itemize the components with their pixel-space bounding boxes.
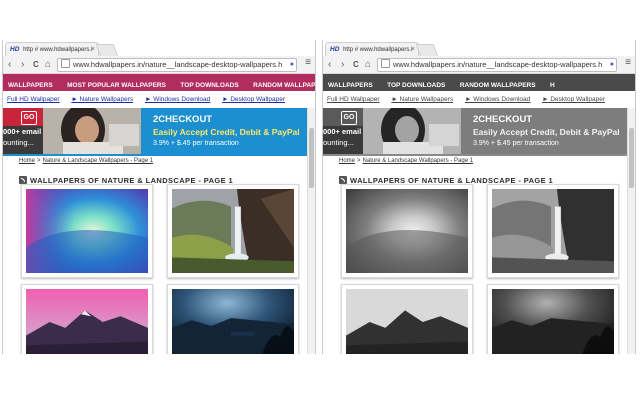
scrollbar-thumb[interactable] bbox=[309, 128, 314, 188]
tab-strip: HD http # www.hdwallpapers.i × bbox=[3, 40, 315, 57]
browser-toolbar: ‹ › C ⌂ www.hdwallpapers.in/nature__land… bbox=[3, 56, 315, 74]
wallpaper-thumbnail[interactable] bbox=[167, 184, 299, 278]
breadcrumb: Home > Nature & Landscape Wallpapers - Pag… bbox=[19, 158, 153, 164]
reload-icon[interactable]: C bbox=[33, 58, 39, 71]
tab-title: http # www.hdwallpapers.i bbox=[23, 47, 93, 53]
page-icon bbox=[381, 59, 390, 68]
ad-divider bbox=[323, 154, 635, 156]
wallpaper-thumbnail[interactable] bbox=[21, 184, 153, 278]
wallpaper-thumbnail[interactable] bbox=[341, 184, 473, 278]
extension-icon[interactable]: ● bbox=[607, 59, 614, 71]
wallpaper-thumbnail[interactable] bbox=[341, 284, 473, 354]
nav-item-wallpapers[interactable]: WALLPAPERS bbox=[323, 77, 378, 91]
breadcrumb-link[interactable]: Nature & Landscape Wallpapers - Page 1 bbox=[43, 158, 154, 164]
url-text: www.hdwallpapers.in/nature__landscape-de… bbox=[73, 60, 283, 69]
wallpaper-thumbnail[interactable] bbox=[21, 284, 153, 354]
nav-item-wallpapers[interactable]: WALLPAPERS bbox=[3, 77, 58, 91]
home-icon[interactable]: ⌂ bbox=[45, 58, 51, 71]
nav-item-random[interactable]: RANDOM WALLPAPERS bbox=[455, 77, 541, 91]
nav-item-random[interactable]: RANDOM WALLPAPERS bbox=[248, 77, 315, 91]
favicon-icon: HD bbox=[330, 46, 340, 53]
tab-strip: HD http # www.hdwallpapers.i × bbox=[323, 40, 635, 57]
wallpaper-thumbnail[interactable] bbox=[167, 284, 299, 354]
ad-price: 3.9% + $.45 per transaction bbox=[473, 140, 559, 147]
nav-item-top-downloads[interactable]: TOP DOWNLOADS bbox=[382, 77, 450, 91]
favicon-icon: HD bbox=[10, 46, 20, 53]
link-desktop[interactable]: ► Desktop Wallpaper bbox=[222, 94, 285, 106]
page-heading: WALLPAPERS OF NATURE & LANDSCAPE - PAGE … bbox=[19, 170, 233, 185]
link-desktop[interactable]: ► Desktop Wallpaper bbox=[542, 94, 605, 106]
ad-copy-panel: 2CHECKOUT Easily Accept Credit, Debit & … bbox=[141, 108, 315, 154]
ad-count-text: ounting... bbox=[3, 138, 34, 147]
ad-count-text: ounting... bbox=[323, 138, 354, 147]
menu-icon[interactable]: ≡ bbox=[305, 57, 311, 68]
ad-photo bbox=[43, 108, 141, 154]
forward-icon[interactable]: › bbox=[341, 58, 344, 71]
nav-item-h[interactable]: H bbox=[545, 77, 560, 91]
ad-brand: 2CHECKOUT bbox=[473, 114, 533, 125]
breadcrumb-home[interactable]: Home bbox=[19, 158, 35, 164]
link-windows[interactable]: ► Windows Download bbox=[465, 94, 530, 106]
page-icon bbox=[61, 59, 70, 68]
breadcrumb-separator: > bbox=[357, 158, 361, 164]
browser-toolbar: ‹ › C ⌂ www.hdwallpapers.in/nature__land… bbox=[323, 56, 635, 74]
nav-item-top-downloads[interactable]: TOP DOWNLOADS bbox=[175, 77, 243, 91]
link-windows[interactable]: ► Windows Download bbox=[145, 94, 210, 106]
link-full-hd[interactable]: Full HD Wallpaper bbox=[327, 94, 380, 106]
ad-headline: Easily Accept Credit, Debit & PayPal bbox=[473, 127, 620, 137]
breadcrumb-home[interactable]: Home bbox=[339, 158, 355, 164]
browser-window-color: HD http # www.hdwallpapers.i × ‹ › C ⌂ w… bbox=[2, 40, 316, 354]
nav-item-most-popular[interactable]: MOST POPULAR WALLPAPERS bbox=[62, 77, 171, 91]
ad-banner[interactable]: GO 000+ email ounting... 2CHECKOUT Easil… bbox=[3, 108, 315, 154]
back-icon[interactable]: ‹ bbox=[8, 58, 11, 71]
web-page: WALLPAPERS TOP DOWNLOADS RANDOM WALLPAPE… bbox=[323, 74, 635, 354]
address-bar[interactable]: www.hdwallpapers.in/nature__landscape-de… bbox=[377, 58, 617, 72]
ad-go-button[interactable]: GO bbox=[341, 111, 357, 125]
breadcrumb-separator: > bbox=[37, 158, 41, 164]
url-text: www.hdwallpapers.in/nature__landscape-de… bbox=[393, 60, 603, 69]
home-icon[interactable]: ⌂ bbox=[365, 58, 371, 71]
link-nature[interactable]: ► Nature Wallpapers bbox=[391, 94, 453, 106]
close-tab-icon[interactable]: × bbox=[411, 43, 415, 57]
address-bar[interactable]: www.hdwallpapers.in/nature__landscape-de… bbox=[57, 58, 297, 72]
ad-price: 3.9% + $.45 per transaction bbox=[153, 140, 239, 147]
rss-icon[interactable] bbox=[339, 176, 347, 184]
wallpaper-thumbnail[interactable] bbox=[487, 184, 619, 278]
sub-links: Full HD Wallpaper ► Nature Wallpapers ► … bbox=[323, 94, 635, 106]
ad-headline: Easily Accept Credit, Debit & PayPal bbox=[153, 127, 300, 137]
site-nav: WALLPAPERS MOST POPULAR WALLPAPERS TOP D… bbox=[3, 74, 315, 91]
scrollbar[interactable] bbox=[307, 108, 315, 354]
browser-tab[interactable]: HD http # www.hdwallpapers.i × bbox=[325, 42, 419, 57]
browser-window-grayscale: HD http # www.hdwallpapers.i × ‹ › C ⌂ w… bbox=[322, 40, 636, 354]
rss-icon[interactable] bbox=[19, 176, 27, 184]
close-tab-icon[interactable]: × bbox=[91, 43, 95, 57]
wallpaper-thumbnail[interactable] bbox=[487, 284, 619, 354]
ad-copy-panel: 2CHECKOUT Easily Accept Credit, Debit & … bbox=[461, 108, 635, 154]
scrollbar-thumb[interactable] bbox=[629, 128, 634, 188]
menu-icon[interactable]: ≡ bbox=[625, 57, 631, 68]
ad-banner[interactable]: GO 000+ email ounting... 2CHECKOUT Easil… bbox=[323, 108, 635, 154]
page-heading: WALLPAPERS OF NATURE & LANDSCAPE - PAGE … bbox=[339, 170, 553, 185]
ad-go-button[interactable]: GO bbox=[21, 111, 37, 125]
sub-links: Full HD Wallpaper ► Nature Wallpapers ► … bbox=[3, 94, 315, 106]
back-icon[interactable]: ‹ bbox=[328, 58, 331, 71]
tab-title: http # www.hdwallpapers.i bbox=[343, 47, 413, 53]
site-nav: WALLPAPERS TOP DOWNLOADS RANDOM WALLPAPE… bbox=[323, 74, 635, 91]
ad-email-text: 000+ email bbox=[3, 127, 42, 136]
web-page: WALLPAPERS MOST POPULAR WALLPAPERS TOP D… bbox=[3, 74, 315, 354]
breadcrumb: Home > Nature & Landscape Wallpapers - Pag… bbox=[339, 158, 473, 164]
ad-brand: 2CHECKOUT bbox=[153, 114, 213, 125]
link-full-hd[interactable]: Full HD Wallpaper bbox=[7, 94, 60, 106]
extension-icon[interactable]: ● bbox=[287, 59, 294, 71]
browser-tab[interactable]: HD http # www.hdwallpapers.i × bbox=[5, 42, 99, 57]
scrollbar[interactable] bbox=[627, 108, 635, 354]
breadcrumb-link[interactable]: Nature & Landscape Wallpapers - Page 1 bbox=[363, 158, 474, 164]
ad-divider bbox=[3, 154, 315, 156]
ad-email-text: 000+ email bbox=[323, 127, 362, 136]
link-nature[interactable]: ► Nature Wallpapers bbox=[71, 94, 133, 106]
forward-icon[interactable]: › bbox=[21, 58, 24, 71]
ad-photo bbox=[363, 108, 461, 154]
reload-icon[interactable]: C bbox=[353, 58, 359, 71]
